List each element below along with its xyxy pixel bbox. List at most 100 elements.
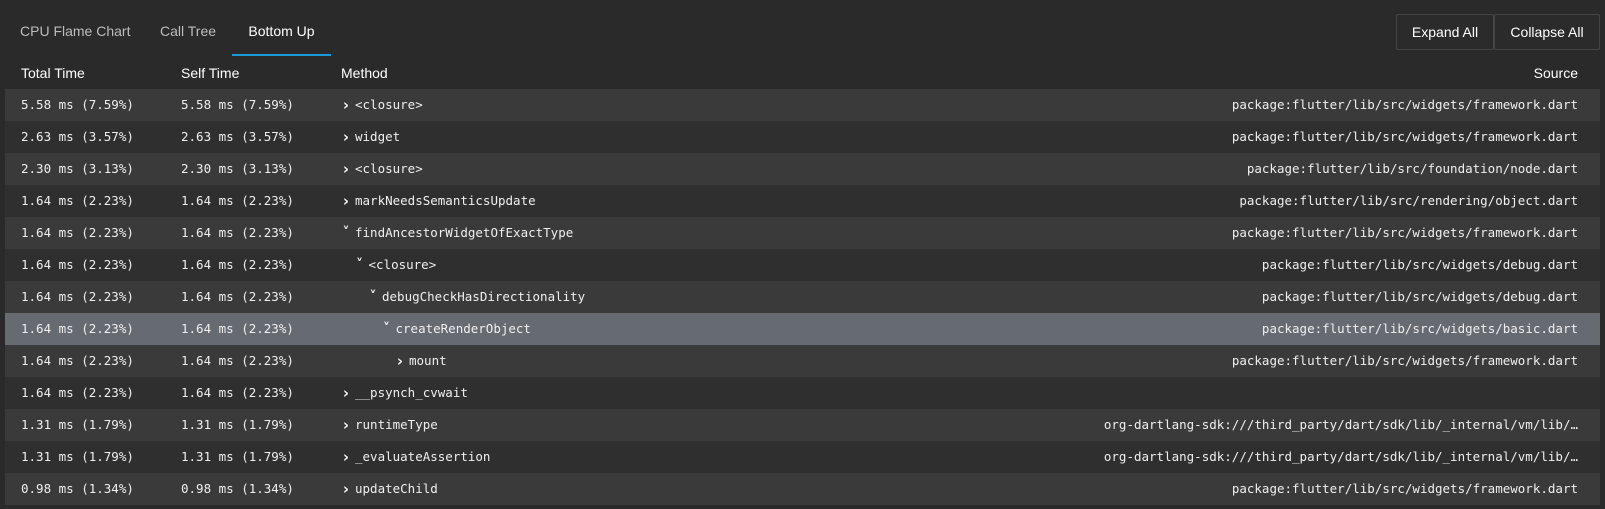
- method-name: <closure>: [355, 161, 423, 176]
- table-row[interactable]: 1.31 ms (1.79%) 1.31 ms (1.79%) › runtimeTy…: [5, 409, 1600, 441]
- tab-call-tree[interactable]: Call Tree: [146, 0, 230, 56]
- method-name: runtimeType: [355, 417, 438, 432]
- method-name: updateChild: [355, 481, 438, 496]
- chevron-down-icon[interactable]: ˅: [341, 217, 351, 249]
- method-name: __psynch_cvwait: [355, 385, 468, 400]
- method-cell: › runtimeType: [341, 409, 438, 441]
- method-cell: ˅ <closure>: [355, 249, 437, 281]
- table-row[interactable]: 5.58 ms (7.59%) 5.58 ms (7.59%) › <closure>…: [5, 89, 1600, 121]
- chevron-right-icon[interactable]: ›: [341, 185, 351, 217]
- tab-cpu-flame-chart[interactable]: CPU Flame Chart: [6, 0, 144, 56]
- source-cell[interactable]: package:flutter/lib/src/foundation/node.…: [1247, 153, 1578, 185]
- table-header: Total Time Self Time Method Source: [0, 58, 1605, 88]
- self-time-cell: 1.64 ms (2.23%): [181, 385, 294, 400]
- method-name: <closure>: [355, 97, 423, 112]
- self-time-cell: 1.64 ms (2.23%): [181, 225, 294, 240]
- source-cell[interactable]: package:flutter/lib/src/widgets/framewor…: [1232, 345, 1578, 377]
- self-time-cell: 1.64 ms (2.23%): [181, 289, 294, 304]
- chevron-right-icon[interactable]: ›: [341, 153, 351, 185]
- self-time-cell: 1.64 ms (2.23%): [181, 321, 294, 336]
- method-cell: › _evaluateAssertion: [341, 441, 491, 473]
- method-name: _evaluateAssertion: [355, 449, 491, 464]
- profiler-tab-bar: CPU Flame Chart Call Tree Bottom Up Expa…: [0, 0, 1605, 58]
- column-header-total-time[interactable]: Total Time: [21, 65, 85, 81]
- self-time-cell: 0.98 ms (1.34%): [181, 481, 294, 496]
- bottom-up-table-body: 5.58 ms (7.59%) 5.58 ms (7.59%) › <closure>…: [5, 89, 1600, 505]
- total-time-cell: 0.98 ms (1.34%): [21, 481, 134, 496]
- chevron-right-icon[interactable]: ›: [341, 121, 351, 153]
- total-time-cell: 2.63 ms (3.57%): [21, 129, 134, 144]
- table-row[interactable]: 1.64 ms (2.23%) 1.64 ms (2.23%) › mount pack…: [5, 345, 1600, 377]
- source-cell[interactable]: org-dartlang-sdk:///third_party/dart/sdk…: [1104, 441, 1578, 473]
- chevron-right-icon[interactable]: ›: [341, 377, 351, 409]
- table-row[interactable]: 1.64 ms (2.23%) 1.64 ms (2.23%) ˅ findAnces…: [5, 217, 1600, 249]
- total-time-cell: 1.64 ms (2.23%): [21, 353, 134, 368]
- total-time-cell: 1.64 ms (2.23%): [21, 289, 134, 304]
- source-cell[interactable]: package:flutter/lib/src/rendering/object…: [1239, 185, 1578, 217]
- method-cell: ˅ createRenderObject: [382, 313, 531, 345]
- method-name: debugCheckHasDirectionality: [382, 289, 586, 304]
- method-cell: ˅ findAncestorWidgetOfExactType: [341, 217, 574, 249]
- source-cell[interactable]: org-dartlang-sdk:///third_party/dart/sdk…: [1104, 409, 1578, 441]
- total-time-cell: 1.64 ms (2.23%): [21, 193, 134, 208]
- chevron-right-icon[interactable]: ›: [341, 441, 351, 473]
- total-time-cell: 1.64 ms (2.23%): [21, 321, 134, 336]
- self-time-cell: 1.64 ms (2.23%): [181, 193, 294, 208]
- method-cell: › updateChild: [341, 473, 438, 505]
- table-row[interactable]: 2.63 ms (3.57%) 2.63 ms (3.57%) › widget pac…: [5, 121, 1600, 153]
- tab-bottom-up[interactable]: Bottom Up: [232, 0, 331, 56]
- chevron-down-icon[interactable]: ˅: [382, 313, 392, 345]
- collapse-all-button[interactable]: Collapse All: [1494, 14, 1600, 50]
- column-header-method[interactable]: Method: [341, 65, 388, 81]
- table-row[interactable]: 0.98 ms (1.34%) 0.98 ms (1.34%) › updateChi…: [5, 473, 1600, 505]
- table-row[interactable]: 1.31 ms (1.79%) 1.31 ms (1.79%) › _evaluate…: [5, 441, 1600, 473]
- total-time-cell: 2.30 ms (3.13%): [21, 161, 134, 176]
- total-time-cell: 1.64 ms (2.23%): [21, 225, 134, 240]
- self-time-cell: 2.63 ms (3.57%): [181, 129, 294, 144]
- method-cell: › widget: [341, 121, 400, 153]
- method-name: createRenderObject: [395, 321, 531, 336]
- source-cell[interactable]: package:flutter/lib/src/widgets/framewor…: [1232, 473, 1578, 505]
- chevron-right-icon[interactable]: ›: [395, 345, 405, 377]
- method-name: markNeedsSemanticsUpdate: [355, 193, 536, 208]
- chevron-right-icon[interactable]: ›: [341, 473, 351, 505]
- total-time-cell: 1.64 ms (2.23%): [21, 257, 134, 272]
- column-header-source[interactable]: Source: [1534, 65, 1578, 81]
- table-row[interactable]: 1.64 ms (2.23%) 1.64 ms (2.23%) ˅ <closure>…: [5, 249, 1600, 281]
- method-cell: › mount: [395, 345, 447, 377]
- method-name: widget: [355, 129, 401, 144]
- method-cell: › __psynch_cvwait: [341, 377, 468, 409]
- column-header-self-time[interactable]: Self Time: [181, 65, 239, 81]
- total-time-cell: 5.58 ms (7.59%): [21, 97, 134, 112]
- chevron-right-icon[interactable]: ›: [341, 89, 351, 121]
- self-time-cell: 1.31 ms (1.79%): [181, 449, 294, 464]
- method-cell: › <closure>: [341, 153, 423, 185]
- table-row[interactable]: 1.64 ms (2.23%) 1.64 ms (2.23%) › markNeeds…: [5, 185, 1600, 217]
- method-name: mount: [409, 353, 447, 368]
- table-row[interactable]: 1.64 ms (2.23%) 1.64 ms (2.23%) ˅ createRen…: [5, 313, 1600, 345]
- source-cell[interactable]: package:flutter/lib/src/widgets/framewor…: [1232, 217, 1578, 249]
- chevron-right-icon[interactable]: ›: [341, 409, 351, 441]
- source-cell[interactable]: package:flutter/lib/src/widgets/basic.da…: [1262, 313, 1578, 345]
- table-row[interactable]: 1.64 ms (2.23%) 1.64 ms (2.23%) ˅ debugChec…: [5, 281, 1600, 313]
- source-cell[interactable]: package:flutter/lib/src/widgets/debug.da…: [1262, 281, 1578, 313]
- self-time-cell: 5.58 ms (7.59%): [181, 97, 294, 112]
- self-time-cell: 2.30 ms (3.13%): [181, 161, 294, 176]
- chevron-down-icon[interactable]: ˅: [368, 281, 378, 313]
- method-cell: ˅ debugCheckHasDirectionality: [368, 281, 586, 313]
- total-time-cell: 1.64 ms (2.23%): [21, 385, 134, 400]
- total-time-cell: 1.31 ms (1.79%): [21, 449, 134, 464]
- self-time-cell: 1.64 ms (2.23%): [181, 353, 294, 368]
- total-time-cell: 1.31 ms (1.79%): [21, 417, 134, 432]
- source-cell[interactable]: package:flutter/lib/src/widgets/debug.da…: [1262, 249, 1578, 281]
- method-cell: › markNeedsSemanticsUpdate: [341, 185, 536, 217]
- expand-all-button[interactable]: Expand All: [1396, 14, 1494, 50]
- table-row[interactable]: 1.64 ms (2.23%) 1.64 ms (2.23%) › __psynch_…: [5, 377, 1600, 409]
- self-time-cell: 1.31 ms (1.79%): [181, 417, 294, 432]
- method-name: <closure>: [368, 257, 437, 272]
- chevron-down-icon[interactable]: ˅: [355, 249, 365, 281]
- source-cell[interactable]: package:flutter/lib/src/widgets/framewor…: [1232, 89, 1578, 121]
- table-row[interactable]: 2.30 ms (3.13%) 2.30 ms (3.13%) › <closure>…: [5, 153, 1600, 185]
- self-time-cell: 1.64 ms (2.23%): [181, 257, 294, 272]
- source-cell[interactable]: package:flutter/lib/src/widgets/framewor…: [1232, 121, 1578, 153]
